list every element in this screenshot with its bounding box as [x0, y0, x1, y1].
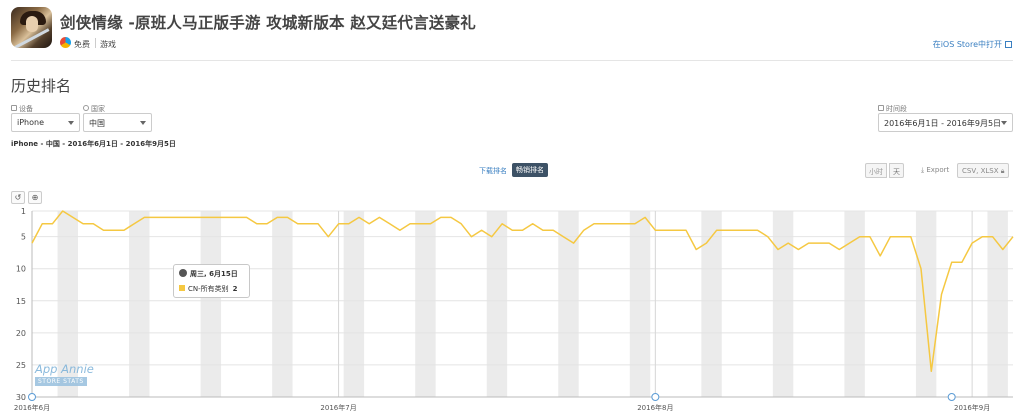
lock-icon: 🔒︎: [1000, 167, 1005, 175]
globe-icon: [179, 269, 187, 277]
separator: [95, 38, 96, 48]
weekend-band: [701, 211, 722, 397]
app-icon: [11, 7, 52, 48]
tooltip-value: 2: [232, 285, 238, 293]
plot-background: [32, 211, 1013, 397]
section-title: 历史排名: [11, 77, 72, 95]
csv-xlsx-button[interactable]: CSV, XLSX 🔒︎: [957, 163, 1010, 178]
x-tick-label: 2016年6月: [14, 403, 50, 412]
app-genre[interactable]: 游戏: [100, 39, 116, 50]
daily-toggle[interactable]: 天: [889, 163, 904, 178]
app-price: 免费: [74, 40, 90, 49]
weekend-band: [129, 211, 150, 397]
y-tick-label: 5: [21, 233, 26, 242]
tooltip-series: CN-所有类别: [188, 285, 229, 293]
rank-history-chart[interactable]: 1510152025302016年6月 2016年7月 2016年8月 2016年9月: [0, 200, 1024, 418]
weekend-band: [844, 211, 865, 397]
weekend-band: [987, 211, 1008, 397]
weekend-band: [558, 211, 579, 397]
chevron-down-icon: [68, 121, 74, 125]
open-in-ios-store-label: 在iOS Store中打开: [932, 40, 1002, 49]
annotation-marker: [28, 393, 36, 401]
hourly-toggle[interactable]: 小时: [865, 163, 887, 178]
export-button[interactable]: ⤓ Export: [921, 166, 949, 175]
globe-icon: [83, 105, 89, 111]
chart-subtitle: iPhone - 中国 - 2016年6月1日 - 2016年9月5日: [11, 140, 176, 148]
y-tick-label: 1: [21, 207, 26, 216]
x-tick-label: 2016年9月: [954, 403, 990, 412]
device-icon: [11, 105, 17, 111]
tencent-icon: [60, 37, 71, 48]
y-tick-label: 25: [16, 361, 26, 370]
weekend-band: [772, 211, 794, 397]
y-tick-label: 10: [16, 265, 26, 274]
x-tick-label: 2016年7月: [320, 403, 356, 412]
weekend-band: [415, 211, 436, 397]
annotation-marker: [651, 393, 660, 401]
header-divider: [11, 60, 1013, 61]
weekend-band: [629, 211, 651, 397]
external-link-icon: [1005, 41, 1012, 48]
app-annie-watermark: App Annie STORE STATS: [35, 362, 94, 386]
device-select[interactable]: iPhone: [11, 113, 80, 132]
x-tick-label: 2016年8月: [637, 403, 673, 412]
app-title: 剑侠情缘 -原班人马正版手游 攻城新版本 赵又廷代言送豪礼: [60, 14, 476, 32]
tooltip-date: 周三, 6月15日: [190, 270, 238, 278]
calendar-icon: [878, 105, 884, 111]
period-select-value: 2016年6月1日 - 2016年9月5日: [884, 119, 1002, 128]
y-tick-label: 20: [16, 329, 26, 338]
watermark-tag: STORE STATS: [35, 377, 87, 386]
chevron-down-icon: [1001, 121, 1007, 125]
csv-xlsx-label: CSV, XLSX: [962, 167, 999, 175]
weekend-band: [915, 211, 937, 397]
chevron-down-icon: [140, 121, 146, 125]
open-in-ios-store-link[interactable]: 在iOS Store中打开: [933, 39, 1012, 50]
annotation-marker: [947, 393, 956, 401]
device-select-value: iPhone: [17, 118, 45, 127]
watermark-brand: App Annie: [35, 362, 94, 376]
period-select[interactable]: 2016年6月1日 - 2016年9月5日: [878, 113, 1013, 132]
y-tick-label: 15: [16, 297, 26, 306]
weekend-band: [343, 211, 365, 397]
weekend-band: [200, 211, 222, 397]
weekend-band: [486, 211, 508, 397]
tab-download-rank[interactable]: 下载排名: [479, 166, 507, 176]
weekend-band: [272, 211, 293, 397]
download-icon: ⤓: [921, 166, 925, 174]
y-tick-label: 30: [16, 393, 26, 402]
country-select-value: 中国: [89, 119, 105, 128]
series-swatch: [179, 285, 185, 291]
export-label: Export: [926, 166, 950, 174]
chart-tooltip: 周三, 6月15日 CN-所有类别 2: [173, 264, 250, 298]
country-select[interactable]: 中国: [83, 113, 152, 132]
tab-sales-rank[interactable]: 畅销排名: [512, 163, 548, 177]
